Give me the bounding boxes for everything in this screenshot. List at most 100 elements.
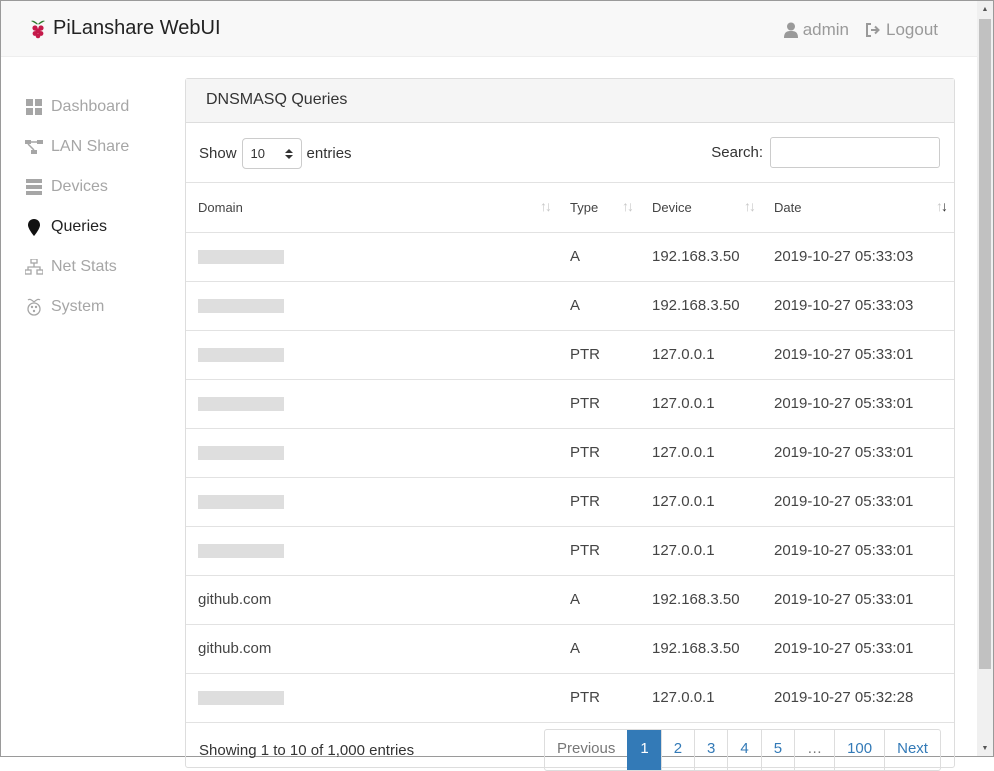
table-row: PTR 127.0.0.1 2019-10-27 05:33:01 <box>186 379 954 429</box>
sort-icon: ↑↓ <box>622 198 634 214</box>
column-label: Domain <box>198 199 243 215</box>
date-cell: 2019-10-27 05:33:01 <box>762 624 954 674</box>
device-cell: 192.168.3.50 <box>640 232 762 282</box>
domain-cell <box>186 330 558 380</box>
page-ellipsis: … <box>794 730 834 770</box>
domain-cell <box>186 673 558 723</box>
queries-table: Domain ↑↓ Type ↑↓ Device ↑↓ Date ↑↓ A 192.168… <box>186 183 954 723</box>
share-icon <box>25 138 43 156</box>
domain-cell <box>186 526 558 576</box>
column-label: Device <box>652 199 692 215</box>
sidebar-item-label: LAN Share <box>51 138 130 155</box>
type-cell: PTR <box>558 673 640 723</box>
column-header-device[interactable]: Device ↑↓ <box>640 183 762 233</box>
device-cell: 127.0.0.1 <box>640 428 762 478</box>
table-row: github.com A 192.168.3.50 2019-10-27 05:33:… <box>186 624 954 674</box>
redacted-block <box>198 397 284 412</box>
search-input[interactable] <box>770 137 940 168</box>
column-label: Type <box>570 199 599 215</box>
sidebar-item-lan-share[interactable]: LAN Share <box>25 127 175 167</box>
brand[interactable]: PiLanshare WebUI <box>29 17 221 40</box>
domain-cell <box>186 477 558 527</box>
column-label: Date <box>774 199 802 215</box>
table-row: PTR 127.0.0.1 2019-10-27 05:33:01 <box>186 526 954 576</box>
type-cell: PTR <box>558 526 640 576</box>
next-button[interactable]: Next <box>884 730 940 770</box>
logout-label: Logout <box>886 20 938 39</box>
date-cell: 2019-10-27 05:33:01 <box>762 379 954 429</box>
device-cell: 192.168.3.50 <box>640 281 762 331</box>
previous-button[interactable]: Previous <box>545 730 627 770</box>
domain-cell <box>186 281 558 331</box>
date-cell: 2019-10-27 05:33:03 <box>762 281 954 331</box>
sort-icon: ↑↓ <box>540 198 552 214</box>
search-label: Search: <box>711 144 763 161</box>
panel-title: DNSMASQ Queries <box>186 79 954 123</box>
type-cell: PTR <box>558 379 640 429</box>
entries-label: entries <box>306 145 352 162</box>
sidebar-item-devices[interactable]: Devices <box>25 167 175 207</box>
date-cell: 2019-10-27 05:33:01 <box>762 526 954 576</box>
domain-cell <box>186 428 558 478</box>
scroll-down-arrow-icon[interactable]: ▼ <box>977 740 993 756</box>
server-icon <box>25 178 43 196</box>
sidebar-item-system[interactable]: System <box>25 287 175 327</box>
page-button[interactable]: 1 <box>627 730 661 770</box>
domain-cell: github.com <box>186 624 558 674</box>
page-button[interactable]: 3 <box>694 730 727 770</box>
sidebar-item-net-stats[interactable]: Net Stats <box>25 247 175 287</box>
device-cell: 127.0.0.1 <box>640 379 762 429</box>
brand-title: PiLanshare WebUI <box>53 17 221 39</box>
queries-panel: DNSMASQ Queries Show 10 entries Search: … <box>185 78 955 771</box>
sidebar-item-queries[interactable]: Queries <box>25 207 175 247</box>
entries-value: 10 <box>250 146 265 161</box>
vertical-scrollbar[interactable]: ▲ ▼ <box>977 1 993 756</box>
page-button[interactable]: 4 <box>727 730 760 770</box>
user-icon <box>783 22 798 38</box>
sidebar-item-label: System <box>51 298 105 315</box>
column-header-domain[interactable]: Domain ↑↓ <box>186 183 558 233</box>
sort-descending-icon: ↑↓ <box>936 198 948 214</box>
network-icon <box>25 258 43 276</box>
type-cell: A <box>558 232 640 282</box>
redacted-block <box>198 299 284 314</box>
user-menu[interactable]: admin <box>783 20 849 40</box>
table-info: Showing 1 to 10 of 1,000 entries <box>199 742 415 759</box>
type-cell: A <box>558 575 640 625</box>
show-label: Show <box>199 145 237 162</box>
raspberry-logo-icon <box>31 20 45 38</box>
scroll-up-arrow-icon[interactable]: ▲ <box>977 1 993 17</box>
raspberry-icon <box>25 298 43 316</box>
table-row: A 192.168.3.50 2019-10-27 05:33:03 <box>186 232 954 282</box>
table-row: PTR 127.0.0.1 2019-10-27 05:33:01 <box>186 477 954 527</box>
column-header-type[interactable]: Type ↑↓ <box>558 183 640 233</box>
redacted-block <box>198 691 284 706</box>
entries-select[interactable]: 10 <box>241 138 302 169</box>
sidebar-item-dashboard[interactable]: Dashboard <box>25 87 175 127</box>
sidebar: Dashboard LAN Share Devices Queries Net … <box>25 87 175 327</box>
select-arrows-icon <box>284 148 293 159</box>
redacted-block <box>198 250 284 265</box>
device-cell: 127.0.0.1 <box>640 673 762 723</box>
sidebar-item-label: Queries <box>51 218 108 235</box>
type-cell: A <box>558 624 640 674</box>
device-cell: 127.0.0.1 <box>640 526 762 576</box>
page-button[interactable]: 2 <box>660 730 694 770</box>
column-header-date[interactable]: Date ↑↓ <box>762 183 954 233</box>
scrollbar-thumb[interactable] <box>979 19 991 669</box>
date-cell: 2019-10-27 05:33:01 <box>762 428 954 478</box>
type-cell: PTR <box>558 477 640 527</box>
page-button[interactable]: 5 <box>760 730 794 770</box>
domain-cell: github.com <box>186 575 558 625</box>
domain-cell <box>186 232 558 282</box>
type-cell: PTR <box>558 330 640 380</box>
table-controls: Show 10 entries Search: <box>186 123 954 183</box>
table-header-row: Domain ↑↓ Type ↑↓ Device ↑↓ Date ↑↓ <box>186 183 954 233</box>
table-row: PTR 127.0.0.1 2019-10-27 05:33:01 <box>186 428 954 478</box>
sidebar-item-label: Dashboard <box>51 98 130 115</box>
type-cell: A <box>558 281 640 331</box>
redacted-block <box>198 544 284 559</box>
logout-link[interactable]: Logout <box>865 20 938 40</box>
device-cell: 192.168.3.50 <box>640 624 762 674</box>
page-button[interactable]: 100 <box>834 730 884 770</box>
